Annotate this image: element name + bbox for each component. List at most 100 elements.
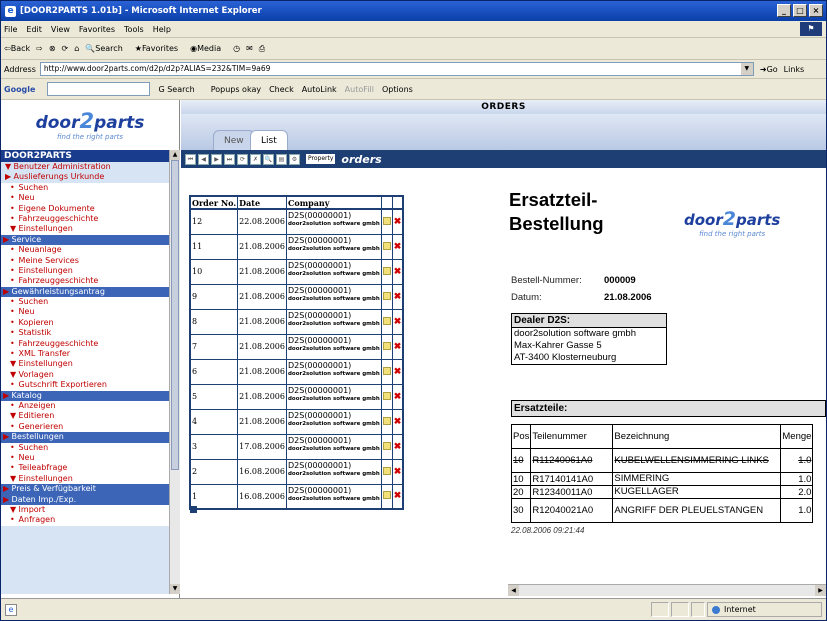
autofill-button[interactable]: AutoFill	[345, 85, 374, 94]
options-button[interactable]: Options	[382, 85, 413, 94]
first-page-icon[interactable]: ⏮	[185, 153, 196, 165]
sidebar-item[interactable]: ▶ Preis & Verfügbarkeit	[1, 484, 169, 495]
delete-cell[interactable]: ✖	[391, 333, 404, 360]
sidebar-item[interactable]: ▶ Bestellungen	[1, 432, 169, 443]
sidebar-item[interactable]: • Fahrzeuggeschichte	[1, 338, 169, 350]
edit-cell[interactable]	[380, 458, 393, 485]
sidebar-item[interactable]: • Suchen	[1, 442, 169, 453]
delete-icon[interactable]: ✖	[394, 242, 402, 252]
export-icon[interactable]: ▤	[276, 153, 287, 165]
go-button[interactable]: ➜Go	[760, 65, 778, 74]
edit-cell[interactable]	[380, 333, 393, 360]
sidebar-item[interactable]: • Anfragen	[1, 515, 169, 526]
sidebar-item[interactable]: • Fahrzeuggeschichte	[1, 276, 169, 287]
print-icon[interactable]: ⎙	[259, 44, 265, 54]
table-row[interactable]: 11 21.08.2006 D2S(00000001) door2solution s…	[189, 233, 404, 260]
edit-icon[interactable]	[382, 391, 391, 400]
delete-icon[interactable]: ✖	[394, 367, 402, 377]
delete-cell[interactable]: ✖	[391, 433, 404, 460]
filter-icon[interactable]: ✗	[250, 153, 261, 165]
sidebar-item[interactable]: • Gutschrift Exportieren	[1, 380, 169, 391]
stop-icon[interactable]: ⊗	[49, 44, 56, 53]
edit-cell[interactable]	[380, 383, 393, 410]
refresh-list-icon[interactable]: ⟳	[237, 153, 248, 165]
media-button[interactable]: ◉Media	[190, 44, 227, 53]
doc-horizontal-scrollbar[interactable]: ◀ ▶	[508, 584, 826, 596]
prev-page-icon[interactable]: ◀	[198, 153, 209, 165]
back-button[interactable]: ⇦Back	[4, 44, 30, 53]
edit-cell[interactable]	[380, 358, 393, 385]
delete-cell[interactable]: ✖	[391, 358, 404, 385]
delete-icon[interactable]: ✖	[394, 467, 402, 477]
tab-new[interactable]: New	[213, 130, 255, 150]
scroll-up-icon[interactable]: ▲	[170, 150, 180, 160]
edit-cell[interactable]	[380, 283, 393, 310]
sidebar-item[interactable]: • Generieren	[1, 421, 169, 433]
sidebar-item[interactable]: • Neu	[1, 452, 169, 464]
search-list-icon[interactable]: 🔍	[263, 153, 274, 165]
delete-cell[interactable]: ✖	[391, 308, 404, 335]
next-page-icon[interactable]: ▶	[211, 153, 222, 165]
links-button[interactable]: Links	[784, 65, 805, 74]
sidebar-item[interactable]: • Neu	[1, 193, 169, 204]
sidebar-item[interactable]: ▼ Vorlagen	[1, 369, 169, 381]
table-row[interactable]: 8 21.08.2006 D2S(00000001) door2solution so…	[189, 308, 404, 335]
address-input[interactable]: http://www.door2parts.com/d2p/d2p?ALIAS=…	[39, 62, 754, 76]
address-dropdown-icon[interactable]: ▼	[740, 63, 753, 75]
sidebar-item[interactable]: ▼ Einstellungen	[1, 359, 169, 370]
delete-cell[interactable]: ✖	[391, 233, 404, 260]
table-row[interactable]: 10 21.08.2006 D2S(00000001) door2solution s…	[189, 258, 404, 285]
edit-icon[interactable]	[382, 441, 391, 450]
table-row[interactable]: 1 16.08.2006 D2S(00000001) door2solution so…	[189, 483, 404, 510]
property-button[interactable]: Property	[306, 154, 336, 164]
edit-icon[interactable]	[382, 491, 391, 500]
edit-cell[interactable]	[380, 408, 393, 435]
sidebar-item[interactable]: • Fahrzeuggeschichte	[1, 213, 169, 225]
table-row[interactable]: 12 22.08.2006 D2S(00000001) door2solution s…	[189, 208, 404, 235]
sidebar-item[interactable]: ▼ Benutzer Administration	[1, 162, 169, 173]
delete-icon[interactable]: ✖	[394, 267, 402, 277]
table-row[interactable]: 3 17.08.2006 D2S(00000001) door2solution so…	[189, 433, 404, 460]
scroll-down-icon[interactable]: ▼	[170, 584, 180, 594]
refresh-icon[interactable]: ⟳	[62, 44, 69, 53]
edit-icon[interactable]	[382, 341, 391, 350]
sidebar-item[interactable]: • Suchen	[1, 182, 169, 194]
col-company[interactable]: Company	[285, 195, 382, 210]
popups-button[interactable]: Popups okay	[211, 85, 261, 94]
menu-file[interactable]: File	[4, 25, 17, 34]
delete-icon[interactable]: ✖	[394, 317, 402, 327]
delete-cell[interactable]: ✖	[391, 483, 404, 510]
edit-icon[interactable]	[382, 216, 391, 225]
sidebar-item[interactable]: ▶ Daten Imp./Exp.	[1, 494, 169, 505]
sidebar-item[interactable]: ▶ Auslieferungs Urkunde	[1, 172, 169, 183]
menu-tools[interactable]: Tools	[124, 25, 144, 34]
scroll-left-icon[interactable]: ◀	[508, 585, 519, 596]
sidebar-item[interactable]: ▶ Gewährleistungsantrag	[1, 286, 169, 298]
sidebar-item[interactable]: ▼ Einstellungen	[1, 224, 169, 235]
sidebar-item[interactable]: • Anzeigen	[1, 400, 169, 412]
sidebar-item[interactable]: • Teileabfrage	[1, 463, 169, 474]
check-button[interactable]: Check	[269, 85, 294, 94]
table-row[interactable]: 7 21.08.2006 D2S(00000001) door2solution so…	[189, 333, 404, 360]
edit-icon[interactable]	[382, 416, 391, 425]
sidebar-item[interactable]: ▼ Einstellungen	[1, 473, 169, 485]
edit-icon[interactable]	[382, 291, 391, 300]
sidebar-item[interactable]: • Neuanlage	[1, 245, 169, 256]
forward-icon[interactable]: ⇨	[36, 44, 43, 53]
home-icon[interactable]: ⌂	[74, 44, 79, 53]
history-icon[interactable]: ◷	[233, 44, 240, 53]
table-row[interactable]: 2 16.08.2006 D2S(00000001) door2solution so…	[189, 458, 404, 485]
menu-view[interactable]: View	[51, 25, 70, 34]
table-row[interactable]: 6 21.08.2006 D2S(00000001) door2solution so…	[189, 358, 404, 385]
sidebar-item[interactable]: • Meine Services	[1, 255, 169, 266]
delete-cell[interactable]: ✖	[391, 258, 404, 285]
maximize-button[interactable]: □	[793, 4, 807, 17]
edit-cell[interactable]	[380, 308, 393, 335]
scroll-thumb[interactable]	[171, 160, 179, 470]
sidebar-item[interactable]: ▼ Import	[1, 504, 169, 516]
google-logo[interactable]: Google	[4, 85, 35, 94]
splitter-notch-icon[interactable]	[497, 168, 507, 172]
sidebar-item[interactable]: ▶ Katalog	[1, 390, 169, 401]
table-row[interactable]: 5 21.08.2006 D2S(00000001) door2solution so…	[189, 383, 404, 410]
sidebar-item[interactable]: • Neu	[1, 307, 169, 318]
